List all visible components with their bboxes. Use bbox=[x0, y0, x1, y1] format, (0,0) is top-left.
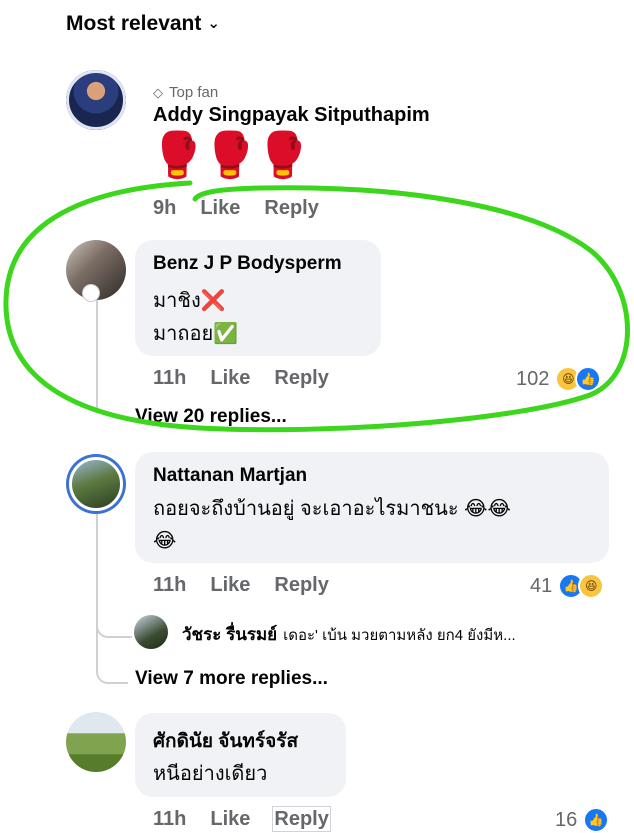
timestamp[interactable]: 11h bbox=[153, 574, 186, 596]
avatar[interactable] bbox=[66, 712, 126, 772]
highlight-circle bbox=[3, 180, 630, 433]
comment-bubble: Nattanan Martjan ถอยจะถึงบ้านอยู่ จะเอาอ… bbox=[135, 452, 609, 563]
view-more-replies-link[interactable]: View 7 more replies... bbox=[135, 668, 328, 690]
comment-author[interactable]: Nattanan Martjan bbox=[153, 465, 307, 487]
timestamp[interactable]: 11h bbox=[153, 808, 186, 830]
reaction-count: 41 bbox=[530, 574, 553, 597]
comment-bubble: ศักดินัย จันทร์จรัส หนีอย่างเดียว bbox=[135, 713, 346, 797]
reply-button[interactable]: Reply bbox=[274, 574, 328, 596]
comment-line: 😂 bbox=[153, 530, 177, 552]
avatar[interactable] bbox=[134, 615, 168, 649]
reaction-summary[interactable]: 41 👍 😆 bbox=[530, 573, 605, 599]
nested-reply-preview[interactable]: วัชระ รื่นรมย์ เดอะ' เบ้น มวยตามหลัง ยก4 … bbox=[182, 621, 516, 648]
reply-text: เดอะ' เบ้น มวยตามหลัง ยก4 ยังมีห... bbox=[283, 627, 516, 644]
like-icon: 👍 bbox=[583, 807, 610, 833]
comment-line: หนีอย่างเดียว bbox=[153, 763, 268, 785]
avatar[interactable] bbox=[66, 454, 126, 514]
reaction-summary[interactable]: 16 👍 bbox=[555, 807, 610, 833]
reaction-count: 16 bbox=[555, 808, 578, 831]
haha-icon: 😆 bbox=[578, 573, 605, 599]
comment-line: ถอยจะถึงบ้านอยู่ จะเอาอะไรมาชนะ 😂😂 bbox=[153, 498, 511, 520]
comment-actions: 11h Like Reply bbox=[153, 806, 353, 832]
reply-button[interactable]: Reply bbox=[272, 806, 331, 832]
reply-author: วัชระ รื่นรมย์ bbox=[182, 625, 278, 644]
like-button[interactable]: Like bbox=[210, 574, 250, 596]
comment-actions: 11h Like Reply bbox=[153, 574, 353, 597]
comment-author[interactable]: ศักดินัย จันทร์จรัส bbox=[153, 726, 298, 756]
like-button[interactable]: Like bbox=[210, 808, 250, 830]
